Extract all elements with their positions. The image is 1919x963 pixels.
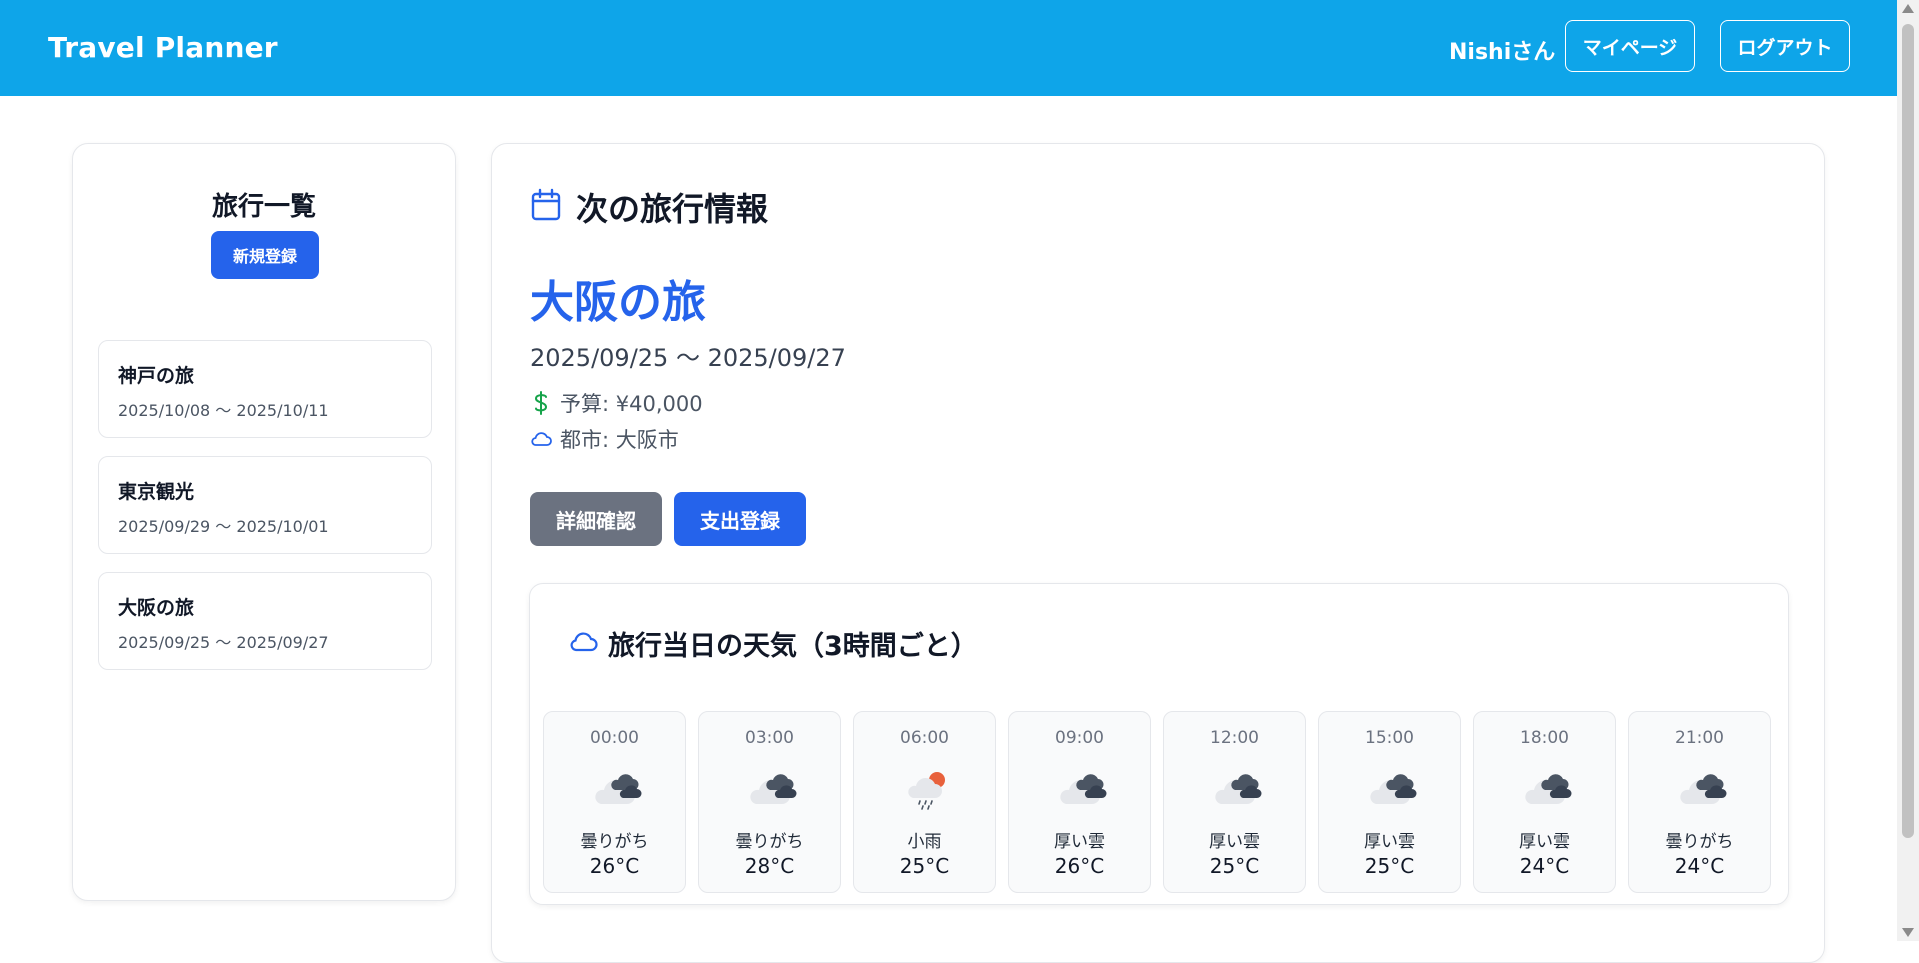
hour-temperature: 26°C (1054, 854, 1105, 878)
city-text: 都市: 大阪市 (560, 428, 679, 452)
hour-time: 12:00 (1210, 728, 1259, 748)
trip-item-name: 神戸の旅 (118, 365, 195, 387)
hour-forecast-card: 12:00 厚い雲 25°C (1163, 711, 1306, 893)
next-trip-heading: 次の旅行情報 (530, 184, 768, 230)
hour-temperature: 24°C (1674, 854, 1725, 878)
trip-item-dates: 2025/10/08 〜 2025/10/11 (118, 401, 329, 420)
hour-forecast-card: 18:00 厚い雲 24°C (1473, 711, 1616, 893)
hour-forecast-card: 00:00 曇りがち 26°C (543, 711, 686, 893)
app-header: Travel Planner Nishiさん マイページ ログアウト (0, 0, 1897, 96)
next-trip-section-title: 次の旅行情報 (576, 190, 769, 228)
new-trip-button[interactable]: 新規登録 (211, 231, 319, 279)
hour-description: 小雨 (907, 832, 942, 852)
overcast-clouds-icon (1519, 768, 1573, 810)
broken-clouds-icon (589, 768, 643, 810)
hour-description: 厚い雲 (1364, 832, 1415, 852)
overcast-clouds-icon (1209, 768, 1263, 810)
dollar-icon (530, 391, 552, 415)
scroll-down-arrow-icon[interactable] (1902, 928, 1914, 937)
hour-description: 厚い雲 (1519, 832, 1570, 852)
trip-title: 大阪の旅 (530, 277, 706, 328)
hourly-forecast-list: 00:00 曇りがち 26°C 03:00 曇りがち 28°C 06:00 小雨… (543, 711, 1771, 893)
calendar-icon (530, 188, 562, 226)
hour-temperature: 24°C (1519, 854, 1570, 878)
hour-description: 曇りがち (1665, 832, 1734, 852)
hour-time: 15:00 (1365, 728, 1414, 748)
weather-title: 旅行当日の天気（3時間ごと） (608, 631, 978, 662)
budget-row: 予算: ¥40,000 (530, 388, 703, 418)
hour-description: 曇りがち (735, 832, 804, 852)
hour-time: 06:00 (900, 728, 949, 748)
page-scrollbar[interactable] (1897, 0, 1919, 941)
cloud-icon (568, 631, 598, 657)
trip-item-dates: 2025/09/29 〜 2025/10/01 (118, 517, 329, 536)
overcast-clouds-icon (1364, 768, 1418, 810)
hour-description: 曇りがち (580, 832, 649, 852)
city-row: 都市: 大阪市 (530, 424, 679, 454)
light-rain-icon (899, 768, 953, 810)
mypage-button[interactable]: マイページ (1565, 20, 1695, 72)
trip-list-item[interactable]: 大阪の旅 2025/09/25 〜 2025/09/27 (98, 572, 432, 670)
trip-item-dates: 2025/09/25 〜 2025/09/27 (118, 633, 329, 652)
scrollbar-thumb[interactable] (1902, 24, 1914, 838)
hour-time: 09:00 (1055, 728, 1104, 748)
expense-button[interactable]: 支出登録 (674, 492, 806, 546)
trip-date-range: 2025/09/25 〜 2025/09/27 (530, 344, 846, 372)
weather-panel: 旅行当日の天気（3時間ごと） 00:00 曇りがち 26°C 03:00 曇りが… (529, 583, 1789, 905)
broken-clouds-icon (1674, 768, 1728, 810)
app-brand[interactable]: Travel Planner (48, 31, 278, 64)
weather-heading: 旅行当日の天気（3時間ごと） (568, 624, 978, 663)
hour-forecast-card: 09:00 厚い雲 26°C (1008, 711, 1151, 893)
budget-text: 予算: ¥40,000 (560, 392, 703, 416)
hour-temperature: 26°C (589, 854, 640, 878)
trip-item-name: 東京観光 (118, 481, 195, 503)
cloud-icon (530, 431, 552, 447)
hour-temperature: 25°C (1209, 854, 1260, 878)
broken-clouds-icon (744, 768, 798, 810)
hour-temperature: 25°C (899, 854, 950, 878)
trip-list-title: 旅行一覧 (211, 192, 316, 222)
hour-time: 03:00 (745, 728, 794, 748)
logout-button[interactable]: ログアウト (1720, 20, 1850, 72)
hour-time: 18:00 (1520, 728, 1569, 748)
trip-item-name: 大阪の旅 (118, 597, 195, 619)
hour-time: 00:00 (590, 728, 639, 748)
hour-forecast-card: 21:00 曇りがち 24°C (1628, 711, 1771, 893)
hour-temperature: 28°C (744, 854, 795, 878)
trip-list-item[interactable]: 東京観光 2025/09/29 〜 2025/10/01 (98, 456, 432, 554)
overcast-clouds-icon (1054, 768, 1108, 810)
trip-list-panel: 旅行一覧 新規登録 神戸の旅 2025/10/08 〜 2025/10/11 東… (72, 143, 456, 901)
hour-description: 厚い雲 (1054, 832, 1105, 852)
trip-list-item[interactable]: 神戸の旅 2025/10/08 〜 2025/10/11 (98, 340, 432, 438)
hour-description: 厚い雲 (1209, 832, 1260, 852)
hour-forecast-card: 03:00 曇りがち 28°C (698, 711, 841, 893)
hour-temperature: 25°C (1364, 854, 1415, 878)
hour-forecast-card: 15:00 厚い雲 25°C (1318, 711, 1461, 893)
hour-time: 21:00 (1675, 728, 1724, 748)
next-trip-panel: 次の旅行情報 大阪の旅 2025/09/25 〜 2025/09/27 予算: … (491, 143, 1825, 963)
detail-button[interactable]: 詳細確認 (530, 492, 662, 546)
hour-forecast-card: 06:00 小雨 25°C (853, 711, 996, 893)
scroll-up-arrow-icon[interactable] (1902, 4, 1914, 13)
user-name: Nishiさん (1449, 40, 1556, 65)
